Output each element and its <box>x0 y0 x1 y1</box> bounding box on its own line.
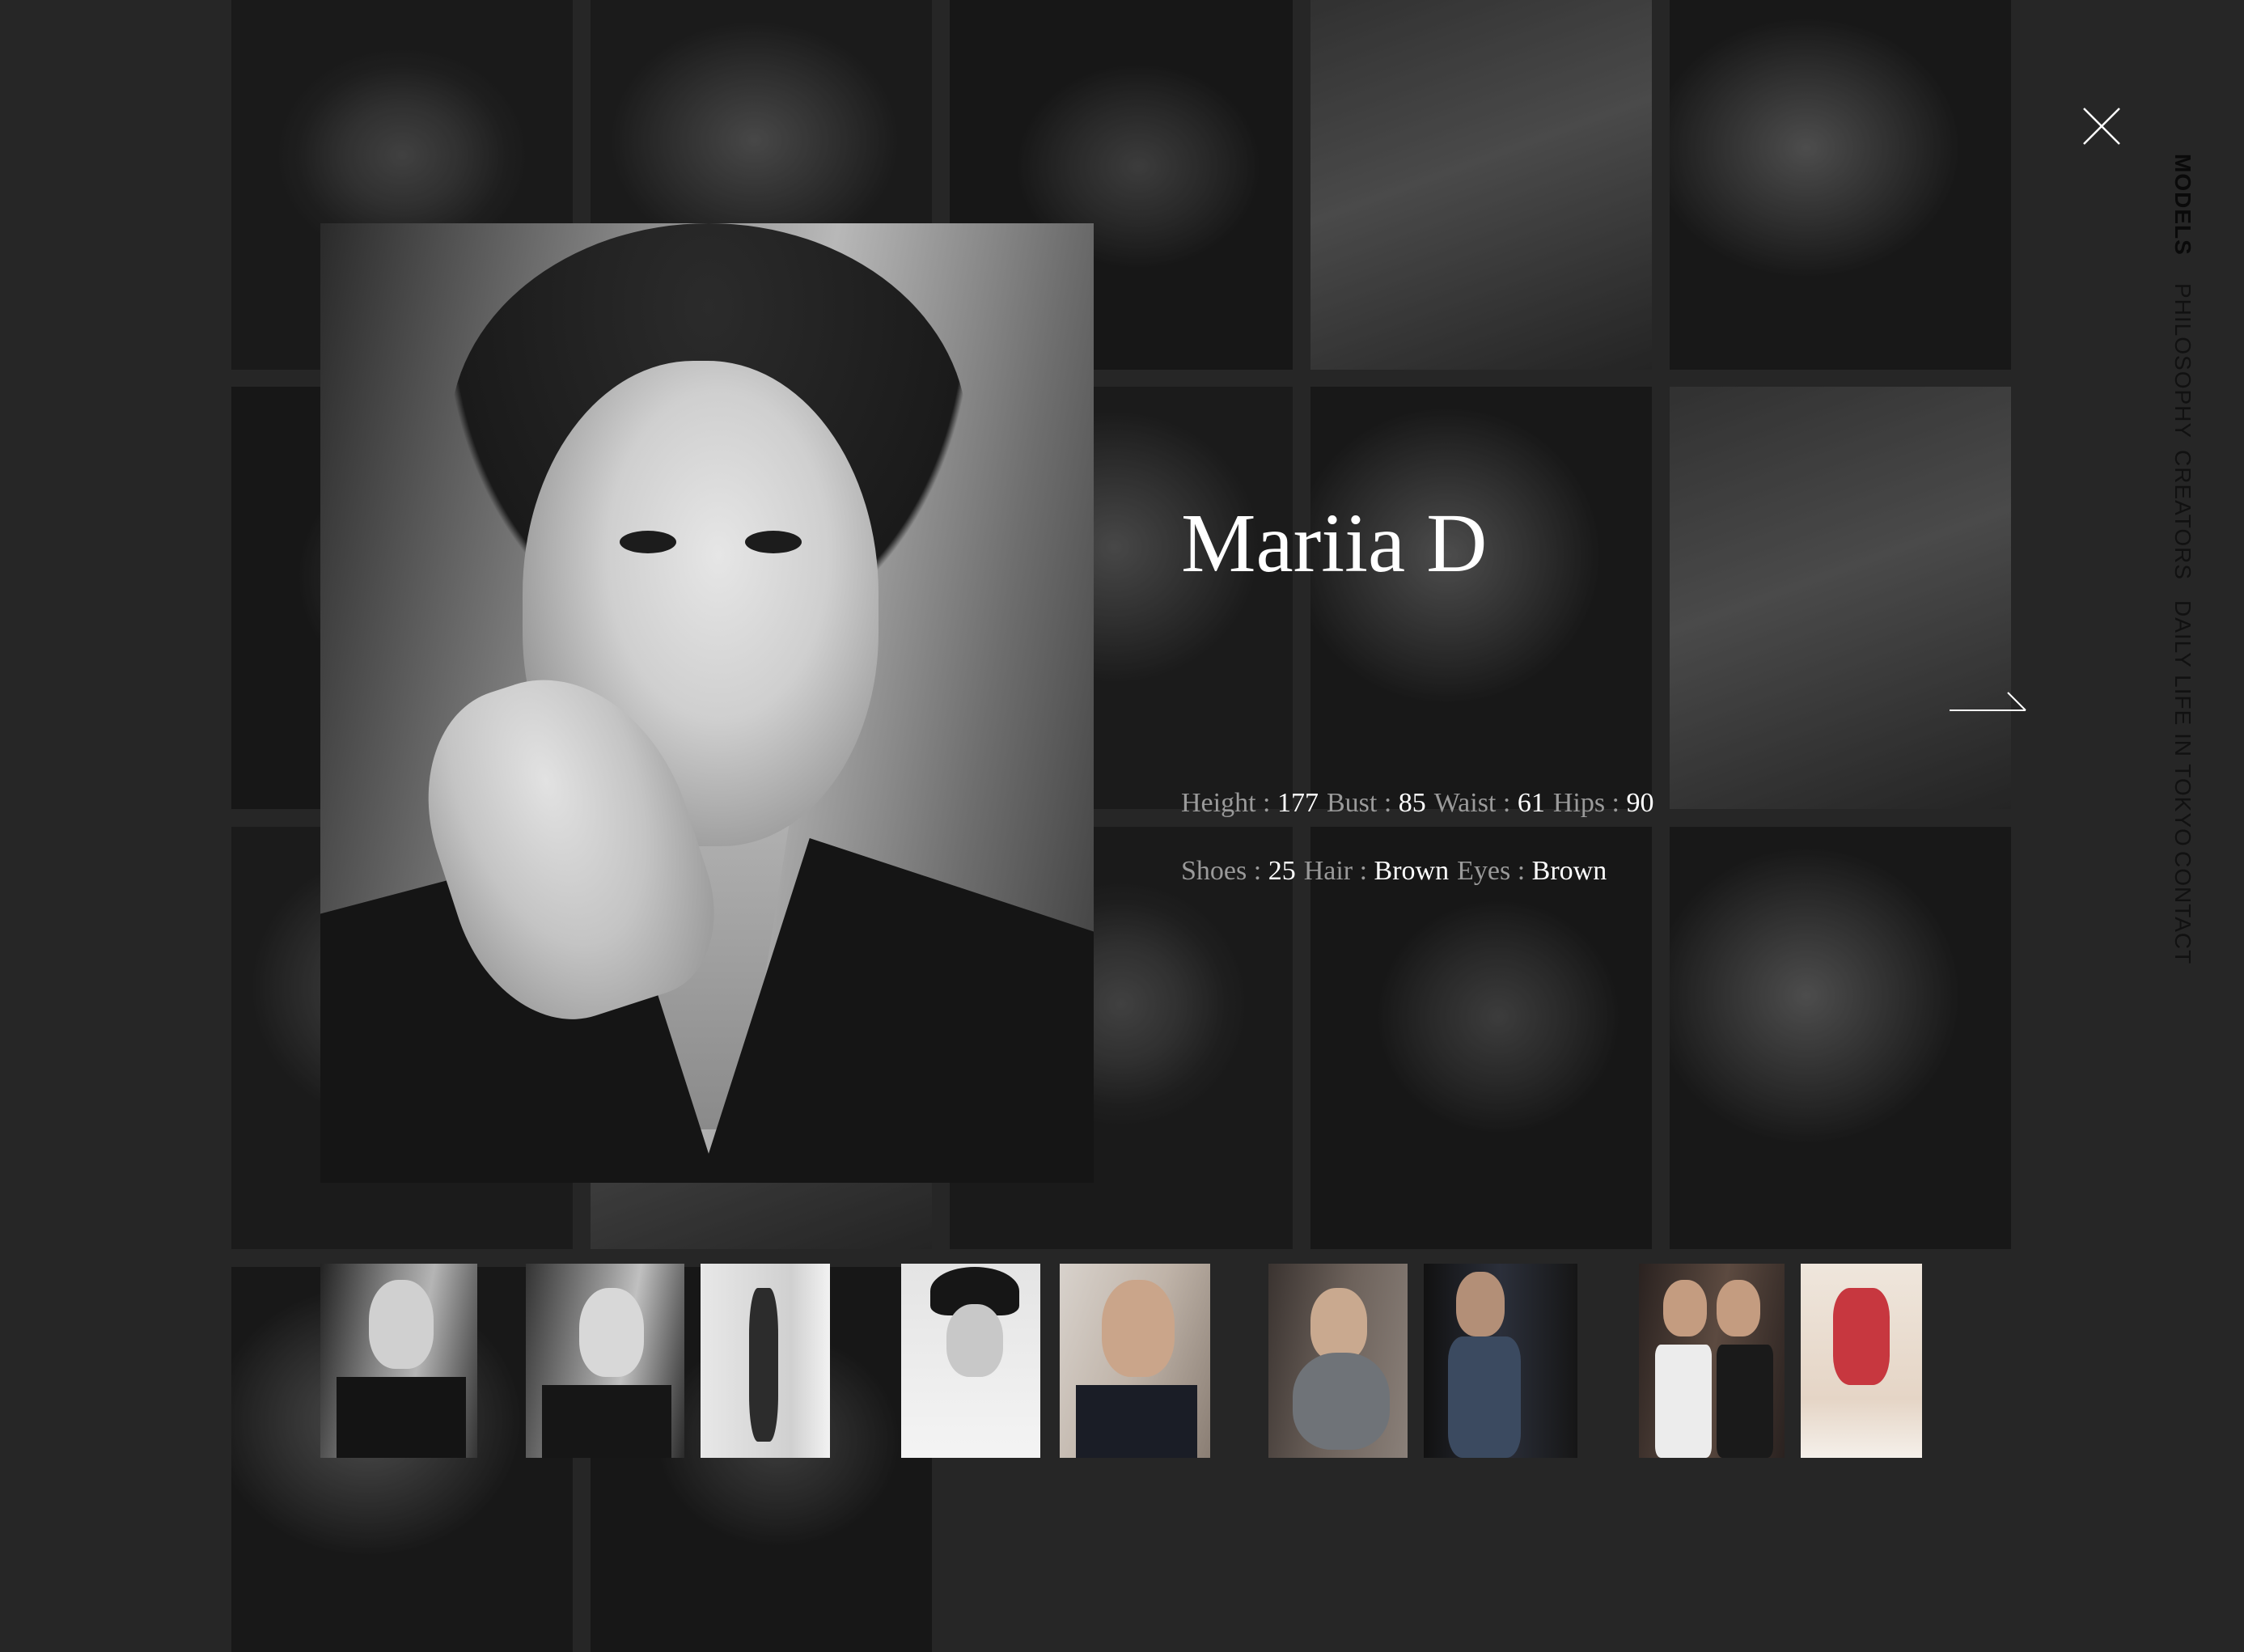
portfolio-thumbnail[interactable] <box>320 1264 477 1458</box>
stat-label-eyes: Eyes : <box>1457 856 1532 886</box>
portfolio-thumbnail[interactable] <box>1424 1264 1577 1458</box>
nav-item-creators[interactable]: CREATORS <box>2170 450 2195 580</box>
portfolio-thumbnail[interactable] <box>1639 1264 1785 1458</box>
stat-value-hips: 90 <box>1626 788 1654 818</box>
portfolio-thumbnails <box>0 1264 2244 1458</box>
photo-eye <box>745 531 802 553</box>
stat-label-height: Height : <box>1181 788 1277 818</box>
close-icon <box>2083 108 2120 145</box>
stat-value-height: 177 <box>1277 788 1319 818</box>
stat-value-bust: 85 <box>1398 788 1426 818</box>
model-tile[interactable] <box>1670 387 2011 809</box>
model-tile[interactable] <box>1670 0 2011 370</box>
model-name: Mariia D <box>1181 497 1488 590</box>
stat-label-waist: Waist : <box>1433 788 1518 818</box>
stat-label-hair: Hair : <box>1303 856 1374 886</box>
portfolio-thumbnail[interactable] <box>1268 1264 1408 1458</box>
close-button[interactable] <box>2082 107 2121 146</box>
stat-label-bust: Bust : <box>1326 788 1399 818</box>
model-stats-row-2: Shoes : 25 Hair : Brown Eyes : Brown <box>1181 858 1615 885</box>
model-tile[interactable] <box>1310 0 1652 370</box>
stat-value-eyes: Brown <box>1531 856 1607 886</box>
portfolio-thumbnail[interactable] <box>901 1264 1040 1458</box>
portfolio-thumbnail[interactable] <box>1801 1264 1922 1458</box>
next-model-button[interactable] <box>1950 688 2027 714</box>
stat-label-hips: Hips : <box>1552 788 1627 818</box>
stat-value-shoes: 25 <box>1268 856 1296 886</box>
stat-value-waist: 61 <box>1517 788 1545 818</box>
nav-item-contact[interactable]: CONTACT <box>2170 851 2195 964</box>
model-stats-row-1: Height : 177 Bust : 85 Waist : 61 Hips : 90 <box>1181 790 1662 817</box>
model-main-photo <box>320 223 1094 1183</box>
nav-item-daily-life-in-tokyo[interactable]: DAILY LIFE IN TOKYO <box>2170 600 2195 847</box>
portfolio-thumbnail[interactable] <box>526 1264 684 1458</box>
arrow-right-icon <box>1950 692 2026 711</box>
portfolio-thumbnail[interactable] <box>701 1264 830 1458</box>
model-tile[interactable] <box>1310 387 1652 809</box>
nav-item-philosophy[interactable]: PHILOSOPHY <box>2170 283 2195 438</box>
photo-eye <box>620 531 676 553</box>
portfolio-thumbnail[interactable] <box>1060 1264 1210 1458</box>
model-tile[interactable] <box>1310 827 1652 1249</box>
stat-label-shoes: Shoes : <box>1181 856 1268 886</box>
stat-value-hair: Brown <box>1374 856 1450 886</box>
model-tile[interactable] <box>1670 827 2011 1249</box>
nav-item-models[interactable]: MODELS <box>2170 154 2195 256</box>
